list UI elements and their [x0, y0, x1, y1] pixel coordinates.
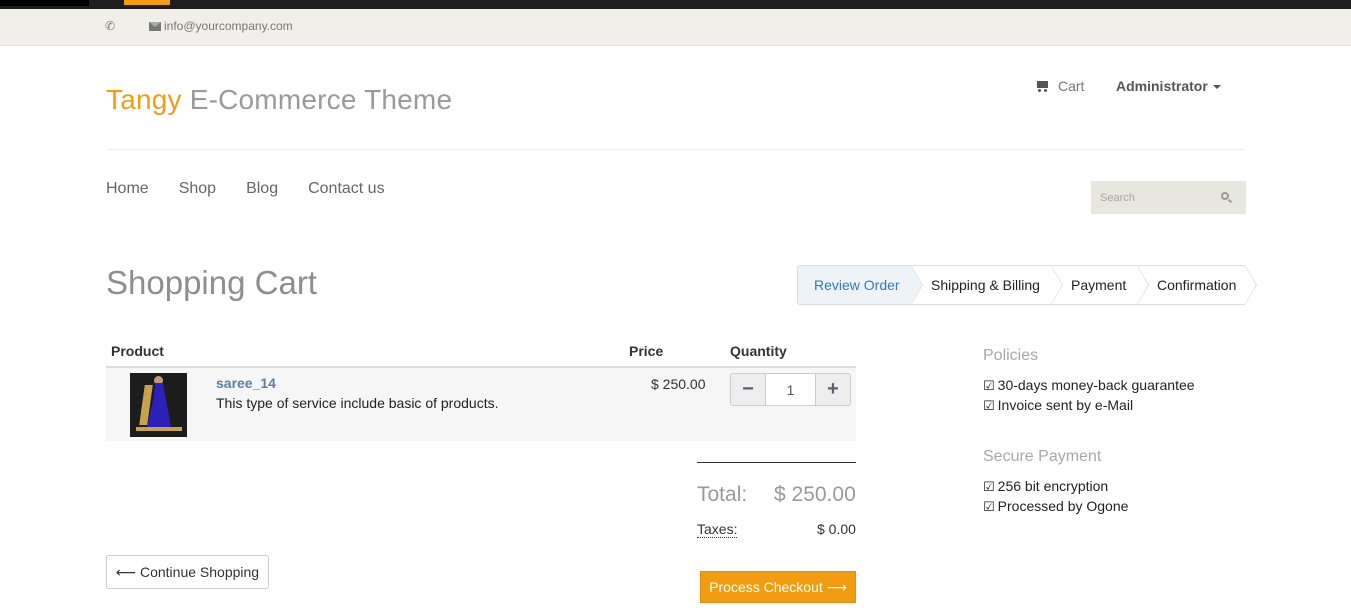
user-menu[interactable]: Administrator	[1116, 78, 1221, 94]
process-checkout-button[interactable]: Process Checkout ⟶	[700, 571, 856, 603]
decrease-quantity-button[interactable]: −	[730, 373, 766, 406]
brand-logo[interactable]: Tangy E-Commerce Theme	[106, 84, 452, 116]
email-text: info@yourcompany.com	[164, 19, 293, 33]
product-price: $ 250.00	[651, 376, 706, 392]
step-shipping-billing[interactable]: Shipping & Billing	[911, 265, 1063, 305]
checkout-label: Process Checkout	[709, 579, 823, 595]
step-review-order[interactable]: Review Order	[797, 265, 923, 305]
product-description: This type of service include basic of pr…	[216, 395, 499, 411]
header-divider	[106, 149, 1245, 150]
product-name-link[interactable]: saree_14	[216, 375, 276, 391]
payment-text: 256 bit encryption	[997, 478, 1109, 494]
caret-down-icon	[1212, 85, 1221, 89]
product-image[interactable]	[130, 373, 187, 437]
nav-item-home[interactable]: Home	[106, 180, 149, 198]
brand-name-rest: E-Commerce Theme	[189, 84, 453, 115]
step-confirmation[interactable]: Confirmation	[1137, 265, 1257, 305]
quantity-input[interactable]	[766, 373, 815, 406]
step-label: Payment	[1071, 277, 1127, 293]
total-label: Total:	[697, 483, 748, 506]
continue-shopping-label: Continue Shopping	[139, 564, 260, 580]
payment-text: Processed by Ogone	[997, 498, 1129, 514]
column-header-price: Price	[629, 343, 664, 359]
quantity-stepper: − +	[730, 373, 851, 406]
policy-item: ☑ 30-days money-back guarantee	[983, 377, 1195, 394]
arrow-right-icon: ⟶	[826, 578, 847, 595]
top-bar	[0, 0, 1351, 9]
nav-item-contact[interactable]: Contact us	[308, 180, 384, 198]
continue-shopping-button[interactable]: ⟵ Continue Shopping	[106, 555, 269, 589]
top-bar-accent	[124, 0, 170, 5]
column-header-quantity: Quantity	[730, 343, 787, 359]
checkbox-icon: ☑	[983, 500, 995, 515]
user-name: Administrator	[1116, 78, 1208, 94]
total-value: $ 250.00	[774, 483, 856, 506]
cart-link[interactable]: Cart	[1035, 78, 1084, 94]
policies-heading: Policies	[983, 347, 1039, 364]
contact-bar: ✆ info@yourcompany.com	[0, 9, 1351, 46]
increase-quantity-button[interactable]: +	[815, 373, 851, 406]
policy-text: 30-days money-back guarantee	[997, 377, 1195, 393]
column-header-product: Product	[111, 343, 164, 359]
checkbox-icon: ☑	[983, 480, 995, 495]
taxes-label: Taxes:	[697, 521, 738, 538]
taxes-value: $ 0.00	[817, 521, 856, 537]
step-payment[interactable]: Payment	[1051, 265, 1149, 305]
checkbox-icon: ☑	[983, 399, 995, 414]
cart-label: Cart	[1058, 78, 1085, 94]
email-link[interactable]: info@yourcompany.com	[149, 19, 293, 33]
nav-item-blog[interactable]: Blog	[246, 180, 278, 198]
search-icon[interactable]	[1221, 192, 1233, 204]
brand-name-accent: Tangy	[106, 84, 182, 115]
envelope-icon	[149, 22, 161, 31]
payment-item: ☑ 256 bit encryption	[983, 478, 1108, 495]
nav-item-shop[interactable]: Shop	[179, 180, 216, 198]
arrow-left-icon: ⟵	[115, 563, 136, 580]
search-input[interactable]	[1091, 181, 1216, 214]
step-label: Confirmation	[1157, 277, 1237, 293]
step-label: Review Order	[814, 277, 900, 293]
checkout-steps: Review Order Shipping & Billing Payment …	[797, 265, 1257, 305]
policy-item: ☑ Invoice sent by e-Mail	[983, 397, 1133, 414]
phone-icon[interactable]: ✆	[105, 19, 115, 33]
main-nav: Home Shop Blog Contact us	[106, 180, 415, 198]
shopping-cart-icon	[1035, 80, 1048, 92]
total-divider	[697, 462, 856, 463]
checkbox-icon: ☑	[983, 379, 995, 394]
top-bar-block	[0, 0, 89, 6]
step-label: Shipping & Billing	[931, 277, 1040, 293]
secure-payment-heading: Secure Payment	[983, 448, 1102, 465]
page-title: Shopping Cart	[106, 264, 317, 301]
payment-item: ☑ Processed by Ogone	[983, 498, 1128, 515]
policy-text: Invoice sent by e-Mail	[997, 397, 1134, 413]
